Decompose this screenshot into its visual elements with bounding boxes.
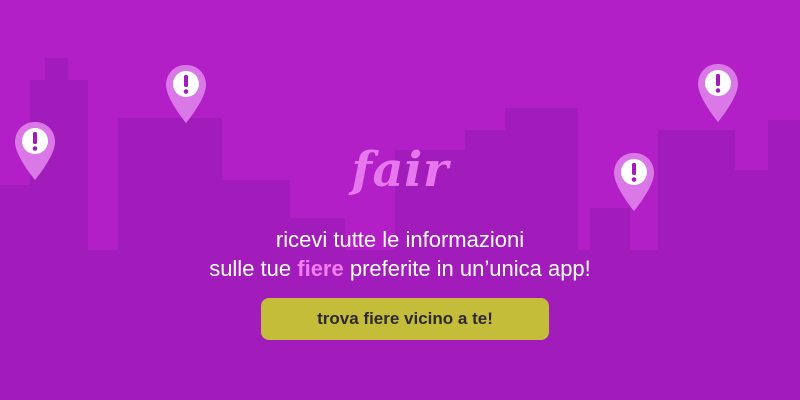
tagline-text-before: sulle tue [209,256,298,281]
location-pin-alert-icon [698,64,738,122]
find-fairs-nearby-button[interactable]: trova fiere vicino a te! [261,298,549,340]
tagline-line-2: sulle tue fiere preferite in un’unica ap… [0,254,800,283]
tagline-text-after: preferite in un’unica app! [343,256,591,281]
tagline-line-1: ricevi tutte le informazioni [275,227,525,252]
location-pin-alert-icon [166,65,206,123]
app-logo: fair [351,142,449,198]
tagline-highlight: fiere [297,256,344,281]
tagline: ricevi tutte le informazioni sulle tue f… [0,225,800,283]
app-banner: fair ricevi tutte le informazioni sulle … [0,0,800,400]
